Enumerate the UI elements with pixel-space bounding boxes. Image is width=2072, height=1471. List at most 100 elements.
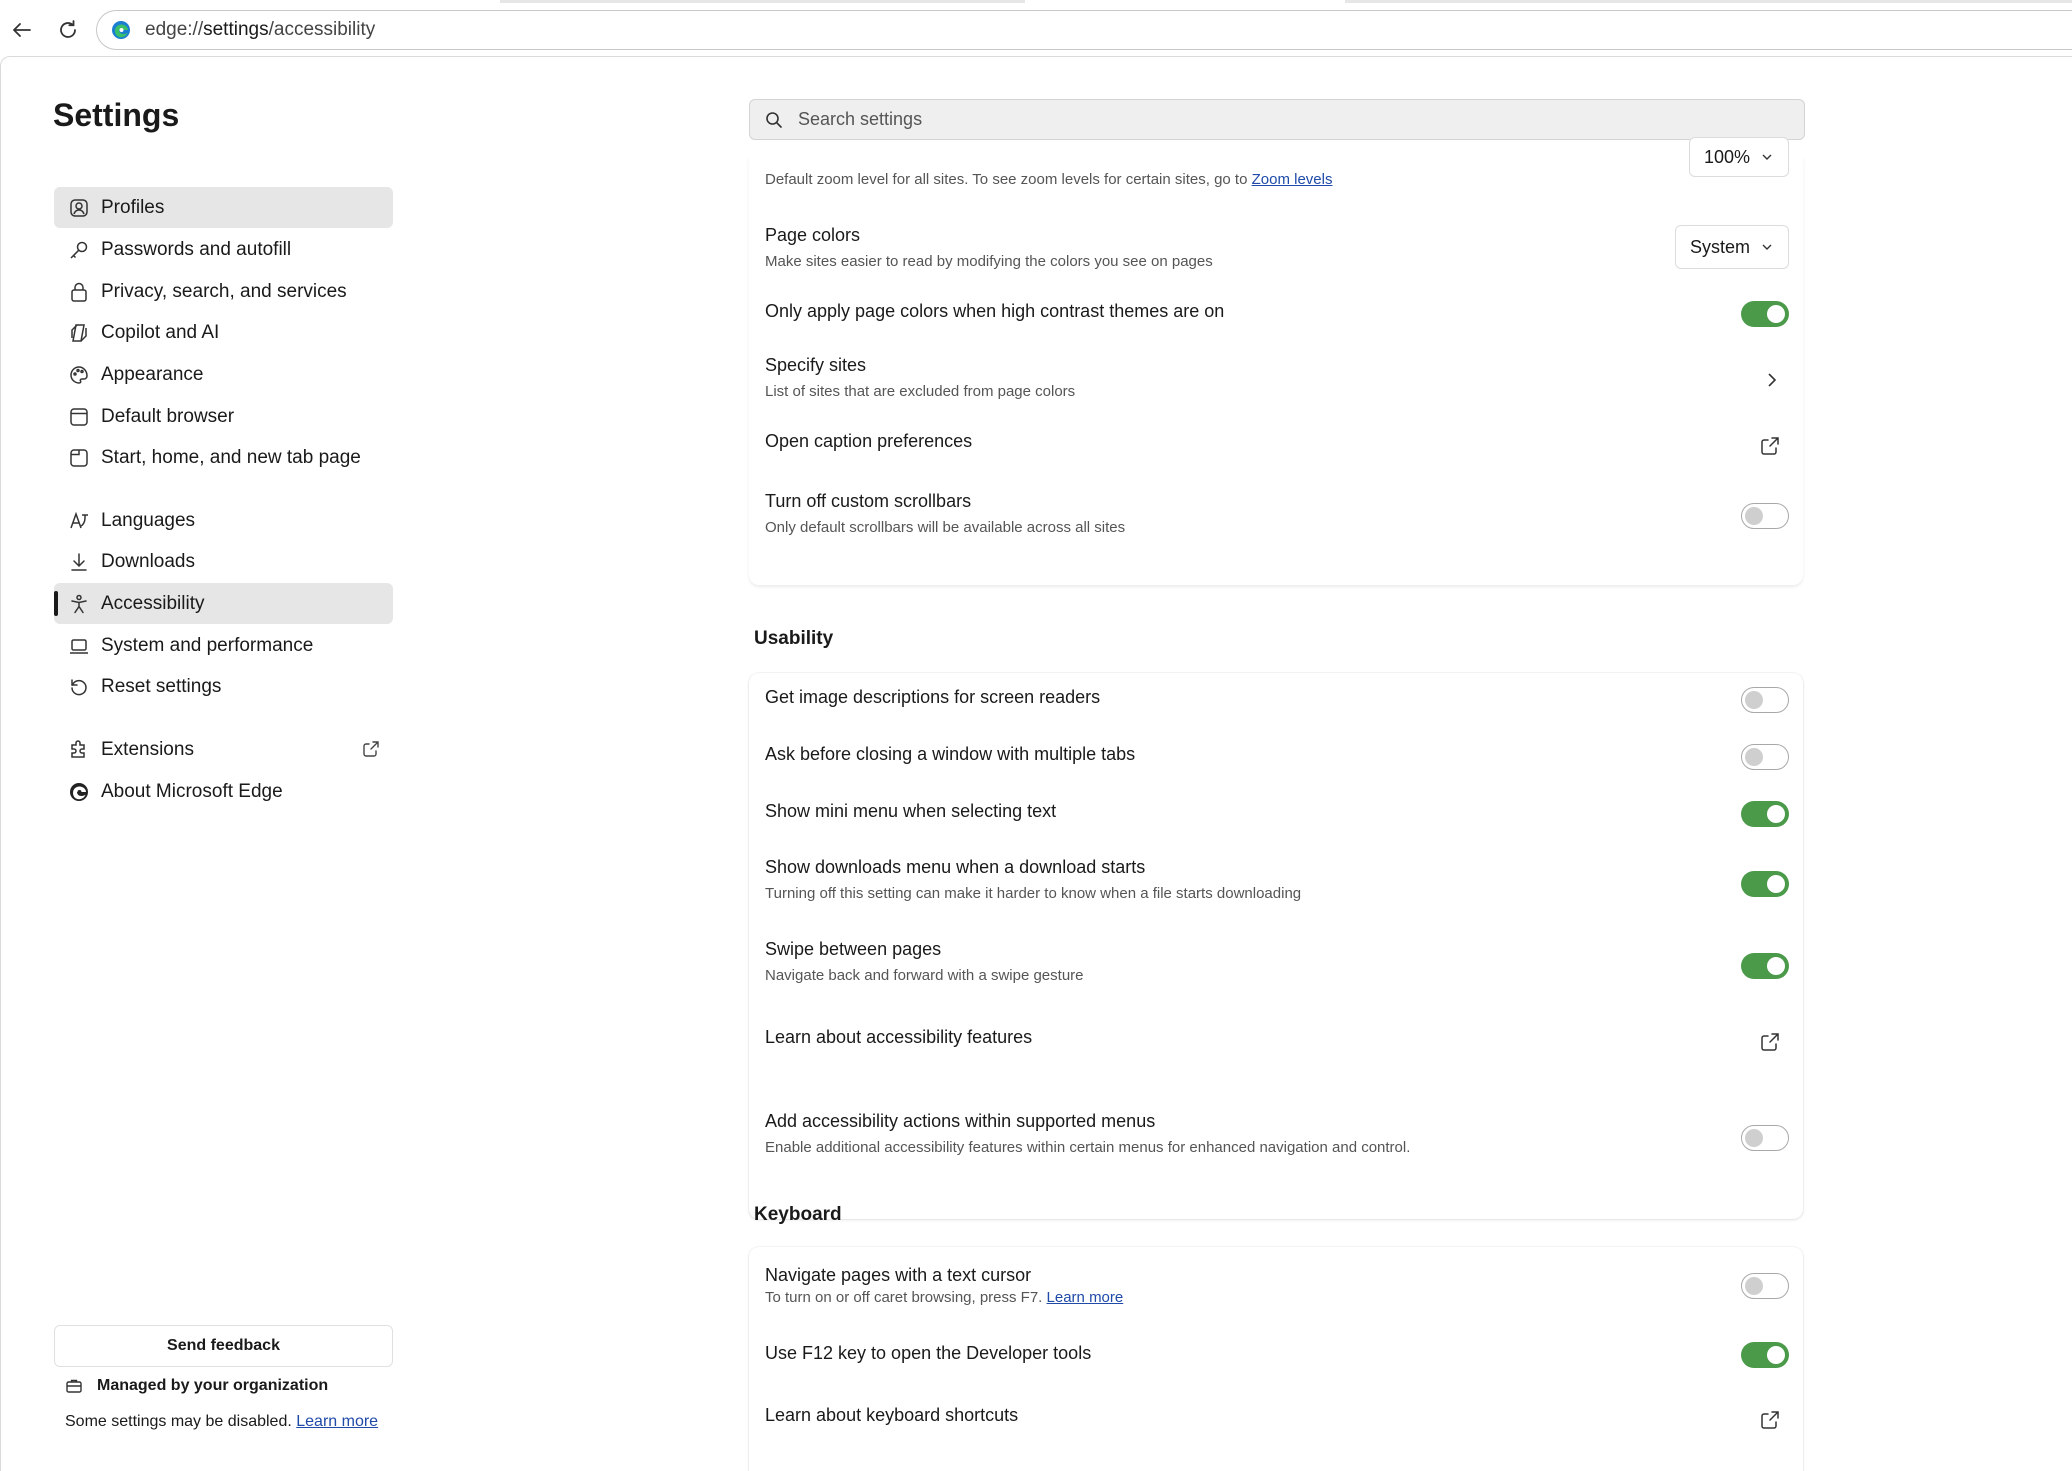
accessibility-icon <box>68 593 90 615</box>
laptop-icon <box>68 635 90 657</box>
f12-toggle[interactable] <box>1741 1342 1789 1368</box>
display-card: Default zoom level for all sites. To see… <box>749 137 1803 585</box>
sidebar-item-label: Start, home, and new tab page <box>101 446 361 468</box>
sidebar-item-label: Privacy, search, and services <box>101 280 347 302</box>
f12-title: Use F12 key to open the Developer tools <box>765 1343 1092 1363</box>
scrollbars-toggle[interactable] <box>1741 503 1789 529</box>
sidebar-item-label: Accessibility <box>101 592 205 614</box>
sidebar-item-system[interactable]: System and performance <box>54 625 393 666</box>
sidebar-item-label: Languages <box>101 509 196 531</box>
sidebar-item-downloads[interactable]: Downloads <box>54 541 393 582</box>
f12-row: Use F12 key to open the Developer tools <box>749 1327 1803 1383</box>
external-link-icon <box>1761 1411 1779 1429</box>
sidebar-item-label: About Microsoft Edge <box>101 780 283 802</box>
caret-browsing-description-text: To turn on or off caret browsing, press … <box>765 1289 1043 1306</box>
swipe-title: Swipe between pages <box>765 939 942 959</box>
specify-sites-row[interactable]: Specify sites List of sites that are exc… <box>749 349 1803 409</box>
sidebar-item-copilot[interactable]: Copilot and AI <box>54 312 393 353</box>
menu-actions-description: Enable additional accessibility features… <box>765 1139 1411 1156</box>
sidebar-item-languages[interactable]: Languages <box>54 500 393 541</box>
sidebar-item-label: Default browser <box>101 405 235 427</box>
search-icon <box>766 111 782 128</box>
sidebar-item-appearance[interactable]: Appearance <box>54 354 393 395</box>
back-arrow-icon <box>13 23 31 37</box>
sidebar-item-profiles[interactable]: Profiles <box>54 187 393 228</box>
managed-learn-more-link[interactable]: Learn more <box>296 1413 378 1430</box>
menu-actions-title: Add accessibility actions within support… <box>765 1111 1156 1131</box>
zoom-row: Default zoom level for all sites. To see… <box>749 137 1803 207</box>
sidebar-item-default-browser[interactable]: Default browser <box>54 396 393 437</box>
mini-menu-row: Show mini menu when selecting text <box>749 787 1803 843</box>
browser-toolbar: edge://settings/accessibility <box>0 0 2072 58</box>
sidebar-item-start-home[interactable]: Start, home, and new tab page <box>54 437 393 478</box>
search-settings[interactable]: Search settings <box>749 99 1805 140</box>
sidebar-item-reset[interactable]: Reset settings <box>54 666 393 707</box>
settings-page: Settings Profiles Passwords and autofill… <box>0 56 2072 1471</box>
page-colors-description: Make sites easier to read by modifying t… <box>765 253 1213 270</box>
ask-before-closing-toggle[interactable] <box>1741 744 1789 770</box>
sidebar-item-label: Copilot and AI <box>101 321 220 343</box>
edge-logo-icon <box>112 21 130 39</box>
refresh-button[interactable] <box>50 12 86 48</box>
external-link-icon <box>363 741 379 757</box>
high-contrast-title: Only apply page colors when high contras… <box>765 301 1225 321</box>
sidebar-item-label: Profiles <box>101 196 165 218</box>
send-feedback-button[interactable]: Send feedback <box>54 1325 393 1367</box>
caption-preferences-row[interactable]: Open caption preferences <box>749 423 1803 469</box>
mini-menu-toggle[interactable] <box>1741 801 1789 827</box>
key-icon <box>68 239 90 261</box>
chevron-down-icon <box>1762 154 1772 160</box>
menu-actions-toggle[interactable] <box>1741 1125 1789 1151</box>
keyboard-card: Navigate pages with a text cursor To tur… <box>749 1247 1803 1471</box>
zoom-levels-link[interactable]: Zoom levels <box>1252 171 1333 188</box>
sidebar-item-label: Passwords and autofill <box>101 238 292 260</box>
downloads-menu-toggle[interactable] <box>1741 871 1789 897</box>
sidebar-item-accessibility[interactable]: Accessibility <box>54 583 393 624</box>
zoom-description: Default zoom level for all sites. To see… <box>765 171 1332 188</box>
url-text: edge://settings/accessibility <box>145 19 376 40</box>
image-descriptions-title: Get image descriptions for screen reader… <box>765 687 1101 707</box>
scrollbars-row: Turn off custom scrollbars Only default … <box>749 485 1803 545</box>
learn-accessibility-row[interactable]: Learn about accessibility features <box>749 1009 1803 1079</box>
keyboard-shortcuts-row[interactable]: Learn about keyboard shortcuts <box>749 1387 1803 1447</box>
page-colors-dropdown[interactable]: System <box>1674 225 1789 269</box>
caret-browsing-description: To turn on or off caret browsing, press … <box>765 1289 1123 1306</box>
back-button[interactable] <box>4 12 40 48</box>
copilot-icon <box>68 322 90 344</box>
home-tab-icon <box>68 447 90 469</box>
ask-before-closing-row: Ask before closing a window with multipl… <box>749 730 1803 786</box>
page-colors-row: Page colors Make sites easier to read by… <box>749 219 1803 279</box>
caret-browsing-row: Navigate pages with a text cursor To tur… <box>749 1247 1803 1323</box>
download-icon <box>68 551 90 573</box>
settings-sidebar: Settings Profiles Passwords and autofill… <box>1 57 421 1471</box>
menu-actions-row: Add accessibility actions within support… <box>749 1093 1803 1173</box>
downloads-menu-row: Show downloads menu when a download star… <box>749 845 1803 915</box>
sidebar-item-label: Downloads <box>101 550 195 572</box>
usability-heading: Usability <box>754 628 834 649</box>
swipe-row: Swipe between pages Navigate back and fo… <box>749 927 1803 997</box>
swipe-toggle[interactable] <box>1741 953 1789 979</box>
caret-learn-more-link[interactable]: Learn more <box>1047 1289 1124 1306</box>
specify-sites-description: List of sites that are excluded from pag… <box>765 383 1076 400</box>
downloads-menu-title: Show downloads menu when a download star… <box>765 857 1146 877</box>
lock-icon <box>68 281 90 303</box>
high-contrast-toggle[interactable] <box>1741 301 1789 327</box>
managed-note-text: Some settings may be disabled. <box>65 1413 292 1430</box>
caption-preferences-title: Open caption preferences <box>765 431 973 451</box>
downloads-menu-description: Turning off this setting can make it har… <box>765 885 1302 902</box>
search-input: Search settings <box>798 109 923 129</box>
zoom-dropdown[interactable]: 100% <box>1688 137 1789 177</box>
sidebar-item-privacy[interactable]: Privacy, search, and services <box>54 271 393 312</box>
image-descriptions-toggle[interactable] <box>1741 687 1789 713</box>
sidebar-item-extensions[interactable]: Extensions <box>54 729 393 770</box>
sidebar-item-about[interactable]: About Microsoft Edge <box>54 771 393 812</box>
sidebar-item-passwords[interactable]: Passwords and autofill <box>54 229 393 270</box>
external-link-icon <box>1761 437 1779 455</box>
scrollbars-title: Turn off custom scrollbars <box>765 491 972 511</box>
ask-before-closing-title: Ask before closing a window with multipl… <box>765 744 1136 764</box>
caret-browsing-toggle[interactable] <box>1741 1273 1789 1299</box>
chevron-down-icon <box>1762 244 1772 250</box>
browser-icon <box>68 406 90 428</box>
page-colors-value: System <box>1689 236 1750 257</box>
address-bar[interactable]: edge://settings/accessibility <box>96 10 2072 50</box>
